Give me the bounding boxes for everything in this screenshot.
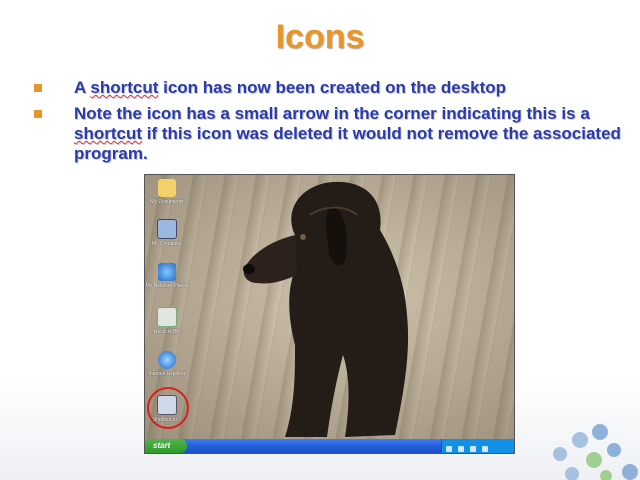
desktop-icon-computer[interactable]: My Computer xyxy=(145,219,189,247)
system-tray xyxy=(441,439,514,453)
bullet-marker-icon xyxy=(34,110,42,118)
desktop-icon-recycle-bin[interactable]: Recycle Bin xyxy=(145,307,189,335)
tray-icon[interactable] xyxy=(470,446,476,452)
icon-label: Recycle Bin xyxy=(153,329,181,335)
start-button[interactable]: start xyxy=(145,439,187,453)
icon-label: My Network Places xyxy=(145,283,189,289)
tray-icon[interactable] xyxy=(482,446,488,452)
icon-label: My Computer xyxy=(151,241,182,247)
bullet-item: A shortcut icon has now been created on … xyxy=(34,78,624,98)
bullet-list: A shortcut icon has now been created on … xyxy=(34,78,624,170)
bullet-item: Note the icon has a small arrow in the c… xyxy=(34,104,624,164)
globe-icon xyxy=(158,263,176,281)
highlight-circle xyxy=(147,387,189,429)
desktop-icon-internet-explorer[interactable]: Internet Explorer xyxy=(145,351,189,377)
internet-explorer-icon xyxy=(158,351,176,369)
dog-photo xyxy=(243,181,409,437)
tray-icon[interactable] xyxy=(458,446,464,452)
bullet-text: Note the icon has a small arrow in the c… xyxy=(74,104,621,163)
slide-title: Icons xyxy=(275,18,365,56)
icon-label: My Documents xyxy=(150,199,184,205)
icon-label: Internet Explorer xyxy=(148,371,186,377)
taskbar: start xyxy=(145,439,514,453)
folder-icon xyxy=(158,179,176,197)
desktop-screenshot: My Documents My Computer My Network Plac… xyxy=(144,174,515,454)
computer-icon xyxy=(157,219,177,239)
recycle-bin-icon xyxy=(157,307,177,327)
desktop-icon-network[interactable]: My Network Places xyxy=(145,263,189,289)
desktop-icon-documents[interactable]: My Documents xyxy=(145,179,189,205)
bullet-text: A shortcut icon has now been created on … xyxy=(74,78,506,97)
bullet-marker-icon xyxy=(34,84,42,92)
tray-icon[interactable] xyxy=(446,446,452,452)
decorative-bubbles-icon xyxy=(553,424,638,480)
